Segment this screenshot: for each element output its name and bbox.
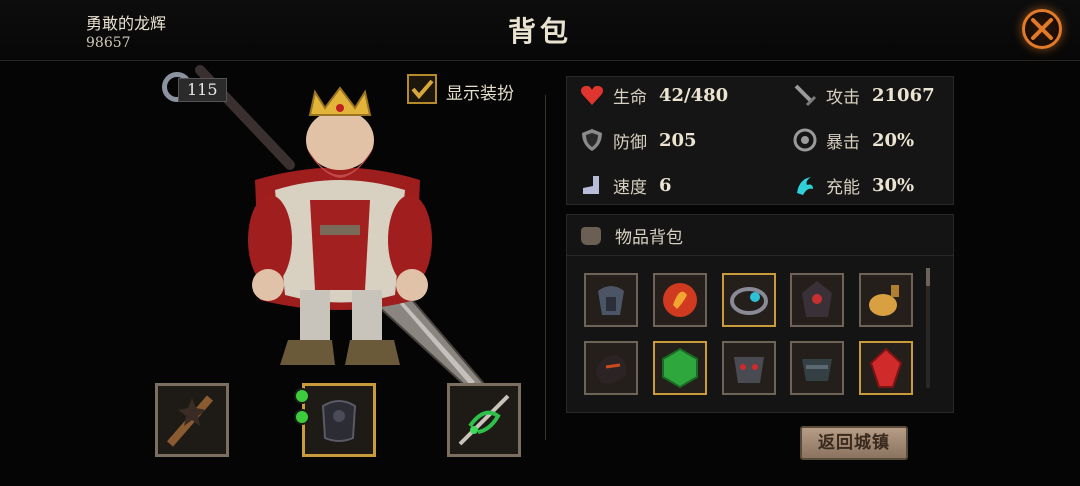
hero-level: 115: [178, 78, 227, 102]
inventory-slot[interactable]: [790, 273, 844, 327]
spiked-mace-icon: [166, 395, 214, 447]
close-icon: [1031, 18, 1053, 40]
helmet-icon: [598, 286, 624, 315]
equip-slot-weapon[interactable]: [155, 383, 229, 457]
red-gem-icon: [869, 347, 903, 388]
stats-panel: 生命 42/480 攻击 21067 防御 205 暴击 20% 速度 6 充能…: [566, 76, 954, 205]
stat-speed: 速度 6: [579, 172, 672, 198]
dark-gauntlet-icon: [596, 355, 627, 384]
mask-icon: [734, 357, 764, 383]
inventory-slot[interactable]: [722, 341, 776, 395]
vine-weapon-icon: [458, 394, 510, 446]
gem-socket-icon: [294, 388, 310, 404]
inventory-slot[interactable]: [859, 273, 913, 327]
potion-pouch-icon: [869, 285, 899, 316]
stat-defense: 防御 205: [579, 127, 697, 153]
scroll-thumb[interactable]: [926, 268, 930, 286]
inventory-slot[interactable]: [722, 273, 776, 327]
stat-crit-value: 20%: [872, 129, 915, 151]
inventory-title: 物品背包: [615, 228, 683, 248]
equip-slot-armor[interactable]: [302, 383, 376, 457]
dark-helm-icon: [802, 281, 832, 317]
top-bar: 勇敢的龙辉 98657 背包: [0, 0, 1080, 61]
charge-icon: [797, 177, 813, 195]
equip-slot-accessory[interactable]: [447, 383, 521, 457]
stat-life-value: 42/480: [659, 84, 729, 106]
stat-speed-label: 速度: [613, 177, 647, 198]
crit-icon: [793, 128, 817, 152]
inventory-header: 物品背包: [567, 215, 953, 256]
sword-icon: [794, 84, 817, 107]
boot-icon: [583, 176, 599, 194]
inventory-slot[interactable]: [653, 341, 707, 395]
hero-character: [195, 65, 487, 390]
shield-icon: [582, 129, 602, 151]
dark-armor-icon: [321, 400, 357, 442]
stat-charge: 充能 30%: [792, 172, 914, 198]
stat-life: 生命 42/480: [579, 82, 728, 108]
fire-orb-icon: [663, 283, 697, 317]
heart-icon: [581, 85, 603, 105]
inventory-slot[interactable]: [584, 273, 638, 327]
stat-attack-value: 21067: [872, 84, 935, 106]
stat-charge-label: 充能: [826, 177, 860, 198]
inventory-slot[interactable]: [859, 341, 913, 395]
checkmark-icon: [411, 79, 434, 100]
inventory-scrollbar[interactable]: [926, 268, 930, 388]
close-button[interactable]: [1022, 9, 1062, 49]
show-costume-checkbox[interactable]: [407, 74, 437, 104]
inventory-slot[interactable]: [790, 341, 844, 395]
armor-piece-icon: [802, 359, 832, 381]
inventory-slot[interactable]: [584, 341, 638, 395]
stat-speed-value: 6: [659, 174, 672, 196]
show-costume-label: 显示装扮: [446, 84, 514, 104]
stat-crit: 暴击 20%: [792, 127, 914, 153]
gem-socket-icon: [294, 409, 310, 425]
green-gem-icon: [662, 347, 698, 389]
stat-charge-value: 30%: [872, 174, 915, 196]
stat-attack-label: 攻击: [826, 87, 860, 108]
stat-crit-label: 暴击: [826, 132, 860, 153]
return-to-town-button[interactable]: 返回城镇: [800, 426, 908, 460]
stat-life-label: 生命: [613, 87, 647, 108]
panel-divider: [545, 95, 546, 440]
amulet-icon: [730, 287, 768, 315]
page-title: 背包: [507, 15, 572, 48]
inventory-slot[interactable]: [653, 273, 707, 327]
level-badge: 115: [162, 72, 227, 102]
stat-defense-label: 防御: [613, 132, 647, 153]
stat-defense-value: 205: [659, 129, 697, 151]
stat-attack: 攻击 21067: [792, 82, 935, 108]
bag-icon: [581, 227, 601, 245]
